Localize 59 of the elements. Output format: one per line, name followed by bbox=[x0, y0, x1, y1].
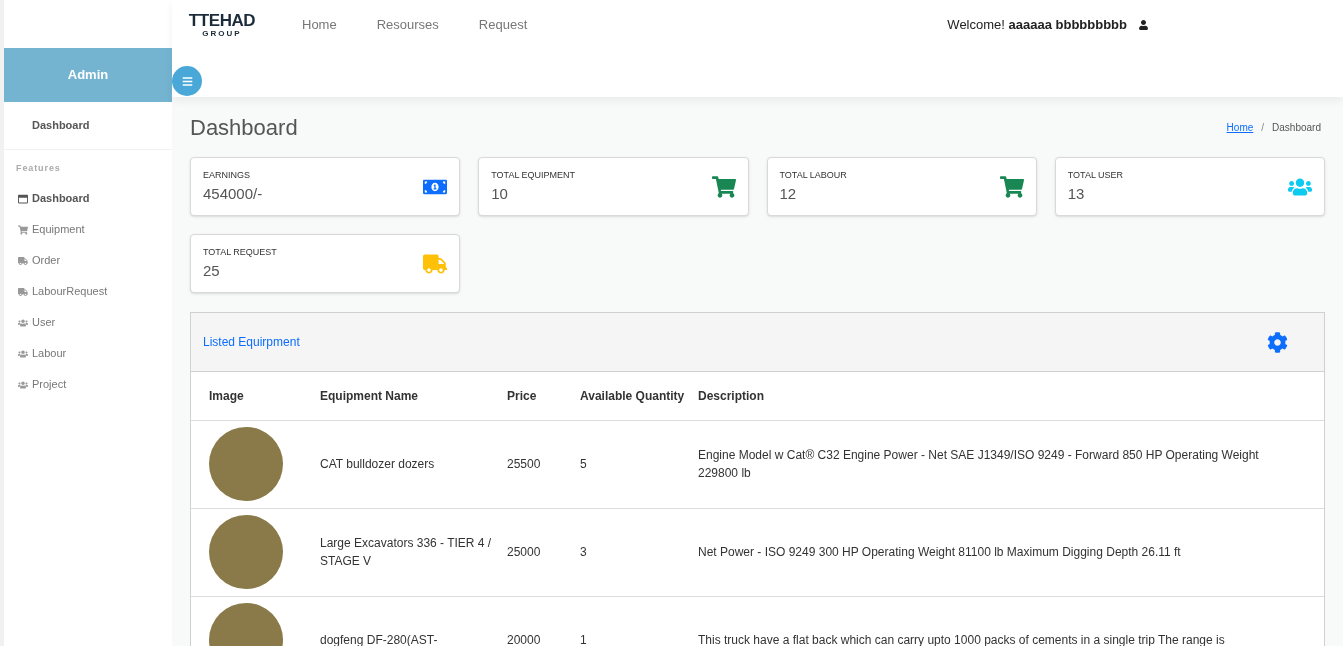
table-cell: Large Excavators 336 - TIER 4 / STAGE V bbox=[320, 508, 507, 596]
menu-button[interactable] bbox=[172, 66, 202, 96]
sidebar-item[interactable]: LabourRequest bbox=[4, 276, 172, 307]
stat-label: TOTAL REQUEST bbox=[203, 246, 277, 258]
nav-link[interactable]: Resourses bbox=[376, 15, 439, 35]
cart-icon bbox=[18, 224, 28, 235]
table-cell: dogfeng DF-280(AST- bbox=[320, 596, 507, 646]
stat-value: 454000/- bbox=[203, 184, 263, 204]
page-title: Dashboard bbox=[190, 113, 298, 142]
table-cell: 3 bbox=[580, 508, 698, 596]
nav-link[interactable]: Home bbox=[302, 15, 337, 35]
stat-label: EARNINGS bbox=[203, 169, 251, 181]
table-cell: Engine Model w Cat® C32 Engine Power - Net SAE J1349/ISO 9249 - Forward 850 HP Operating Weight 229800 lb bbox=[698, 420, 1324, 508]
breadcrumb-separator: / bbox=[1261, 120, 1265, 135]
breadcrumb-link[interactable]: Home bbox=[1226, 119, 1254, 135]
table-cell: 25000 bbox=[507, 508, 580, 596]
sidebar-item[interactable]: Dashboard bbox=[4, 183, 172, 214]
stat-label: TOTAL USER bbox=[1067, 169, 1124, 181]
stat-label: TOTAL LABOUR bbox=[779, 169, 847, 181]
users-icon bbox=[18, 348, 28, 359]
truck-icon bbox=[18, 255, 28, 266]
table-cell: 25500 bbox=[507, 420, 580, 508]
section-label: Features bbox=[15, 161, 62, 175]
column-header: Image bbox=[191, 372, 320, 420]
column-header: Equipment Name bbox=[320, 372, 507, 420]
sidebar-item[interactable]: Dashboard bbox=[4, 102, 172, 150]
table-cell: This truck have a flat back which can carry upto 1000 packs of cements in a single trip The range is bbox=[698, 596, 1324, 646]
stat-value: 12 bbox=[779, 184, 798, 204]
table-cell: 20000 bbox=[507, 596, 580, 646]
stat-value: 10 bbox=[491, 184, 509, 204]
breadcrumb-current: Dashboard bbox=[1272, 120, 1321, 135]
sidebar-item[interactable]: Project bbox=[4, 369, 172, 400]
window-icon bbox=[18, 193, 28, 204]
user-icon[interactable] bbox=[1139, 20, 1148, 30]
nav-link[interactable]: Request bbox=[478, 15, 528, 35]
sidebar-item[interactable]: Equipment bbox=[4, 214, 172, 245]
table-cell: 1 bbox=[580, 596, 698, 646]
column-header: Available Quantity bbox=[580, 372, 698, 420]
table-cell: CAT bulldozer dozers bbox=[320, 420, 507, 508]
table-cell: Net Power - ISO 9249 300 HP Operating Weight 81100 lb Maximum Digging Depth 26.11 ft bbox=[698, 508, 1324, 596]
settings-icon[interactable] bbox=[1267, 331, 1288, 353]
column-header: Description bbox=[698, 372, 1324, 420]
sidebar-title: Admin bbox=[67, 66, 109, 85]
panel-title: Listed Equirpment bbox=[203, 334, 300, 351]
stat-value: 25 bbox=[203, 261, 221, 281]
stat-value: 13 bbox=[1067, 184, 1086, 204]
stat-label: TOTAL EQUIPMENT bbox=[491, 169, 576, 181]
users-icon bbox=[18, 317, 28, 328]
brand-subtitle: GROUP bbox=[202, 30, 242, 38]
sidebar-item[interactable]: Order bbox=[4, 245, 172, 276]
sidebar-item[interactable]: Labour bbox=[4, 338, 172, 369]
welcome-text: Welcome! aaaaaa bbbbbbbbb bbox=[947, 16, 1127, 35]
sidebar-item[interactable]: User bbox=[4, 307, 172, 338]
column-header: Price bbox=[507, 372, 580, 420]
brand-name[interactable]: TTEHAD bbox=[188, 12, 256, 29]
table-cell: 5 bbox=[580, 420, 698, 508]
menu-icon bbox=[181, 75, 193, 87]
users-icon bbox=[18, 379, 28, 390]
truck-icon bbox=[18, 286, 28, 297]
